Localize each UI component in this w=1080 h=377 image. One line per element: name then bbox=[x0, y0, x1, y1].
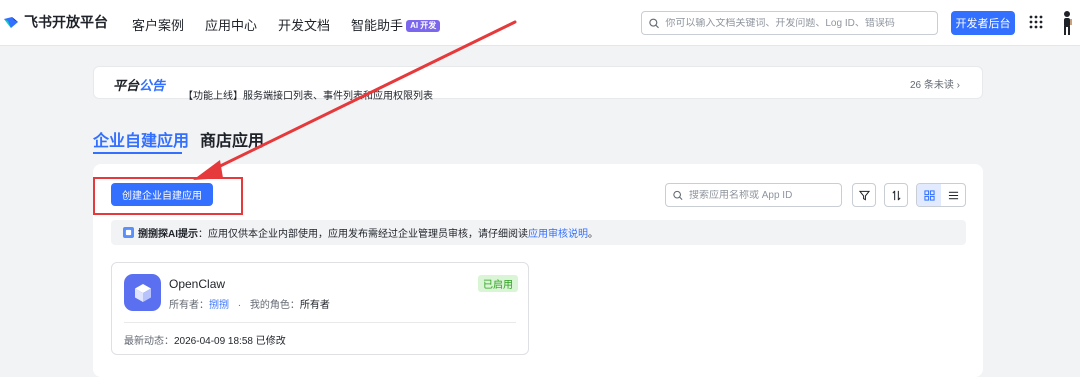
main-nav: 客户案例 应用中心 开发文档 智能助手 AI 开发 bbox=[132, 15, 441, 34]
app-grid-icon[interactable] bbox=[1029, 15, 1043, 29]
logo[interactable]: 飞书开放平台 bbox=[2, 12, 108, 32]
nav-item-cases[interactable]: 客户案例 bbox=[132, 15, 184, 34]
role-label: 我的角色： bbox=[249, 300, 300, 311]
app-search-input[interactable] bbox=[688, 189, 841, 201]
tip-text: ：应用仅供本企业内部使用，应用发布需经过企业管理员审核，请仔细阅读 bbox=[198, 229, 528, 240]
feishu-logo-icon bbox=[4, 17, 18, 28]
nav-item-assistant-label: 智能助手 bbox=[351, 18, 404, 33]
app-cube-icon bbox=[124, 274, 161, 311]
announcement-title-part2: 公告 bbox=[139, 78, 166, 93]
doc-search-input[interactable] bbox=[665, 17, 937, 29]
platform-announcement[interactable]: 平台公告 【功能上线】服务端接口列表、事件列表和应用权限列表 26 条未读 › bbox=[93, 66, 983, 102]
announcement-title: 平台公告 bbox=[113, 75, 165, 94]
sort-icon bbox=[891, 190, 901, 200]
app-name: OpenClaw bbox=[169, 277, 226, 291]
search-icon bbox=[649, 18, 659, 28]
filter-icon bbox=[858, 190, 870, 200]
tip-end: 。 bbox=[588, 229, 598, 240]
ai-badge: AI 开发 bbox=[406, 20, 441, 32]
tab-self-built-apps[interactable]: 企业自建应用 bbox=[93, 127, 189, 151]
unread-count-link[interactable]: 26 条未读 › bbox=[910, 76, 960, 91]
app-card-openclaw[interactable]: OpenClaw 所有者：捌捌 · 我的角色：所有者 已启用 最新动态：2026… bbox=[111, 262, 529, 355]
app-search-box[interactable] bbox=[665, 183, 842, 207]
ai-tip-banner: 捌捌探AI提示 ：应用仅供本企业内部使用，应用发布需经过企业管理员审核，请仔细阅… bbox=[111, 220, 966, 245]
list-view-button[interactable] bbox=[941, 184, 965, 206]
developer-console-button[interactable]: 开发者后台 bbox=[951, 11, 1015, 35]
view-toggle bbox=[916, 183, 966, 207]
nav-item-app-center[interactable]: 应用中心 bbox=[205, 15, 257, 34]
doc-search-box[interactable] bbox=[641, 11, 938, 35]
role-value: 所有者 bbox=[299, 300, 330, 311]
last-activity: 最新动态：2026-04-09 18:58 已修改 bbox=[124, 332, 286, 347]
grid-view-button[interactable] bbox=[917, 184, 941, 206]
nav-item-docs[interactable]: 开发文档 bbox=[278, 15, 330, 34]
tab-store-apps[interactable]: 商店应用 bbox=[200, 127, 264, 151]
announcement-title-part1: 平台 bbox=[113, 78, 140, 93]
last-activity-value: 2026-04-09 18:58 已修改 bbox=[174, 336, 286, 347]
sort-button[interactable] bbox=[884, 183, 908, 207]
logo-text: 飞书开放平台 bbox=[24, 14, 108, 30]
list-view-icon bbox=[948, 191, 958, 199]
meta-separator: · bbox=[237, 300, 242, 311]
search-icon bbox=[673, 190, 683, 200]
filter-button[interactable] bbox=[852, 183, 876, 207]
active-tab-indicator bbox=[93, 152, 182, 154]
create-app-button[interactable]: 创建企业自建应用 bbox=[111, 183, 213, 206]
owner-label: 所有者： bbox=[169, 300, 209, 311]
card-divider bbox=[124, 322, 516, 323]
user-avatar-icon[interactable] bbox=[1060, 10, 1074, 36]
last-activity-label: 最新动态： bbox=[124, 336, 174, 347]
owner-link[interactable]: 捌捌 bbox=[209, 300, 229, 311]
tip-icon bbox=[123, 227, 134, 238]
top-header: 飞书开放平台 客户案例 应用中心 开发文档 智能助手AI 开发 开发者后台 bbox=[0, 0, 1080, 46]
grid-view-icon bbox=[923, 189, 935, 201]
chevron-right-icon: › bbox=[956, 80, 960, 91]
review-guide-link[interactable]: 应用审核说明 bbox=[528, 225, 588, 240]
nav-item-assistant[interactable]: 智能助手 AI 开发 bbox=[351, 15, 441, 34]
tip-title: 捌捌探AI提示 bbox=[138, 229, 198, 240]
status-badge: 已启用 bbox=[478, 275, 518, 292]
announcement-text[interactable]: 【功能上线】服务端接口列表、事件列表和应用权限列表 bbox=[183, 87, 433, 102]
unread-count: 26 条未读 bbox=[909, 80, 954, 91]
app-meta: 所有者：捌捌 · 我的角色：所有者 bbox=[169, 296, 330, 311]
